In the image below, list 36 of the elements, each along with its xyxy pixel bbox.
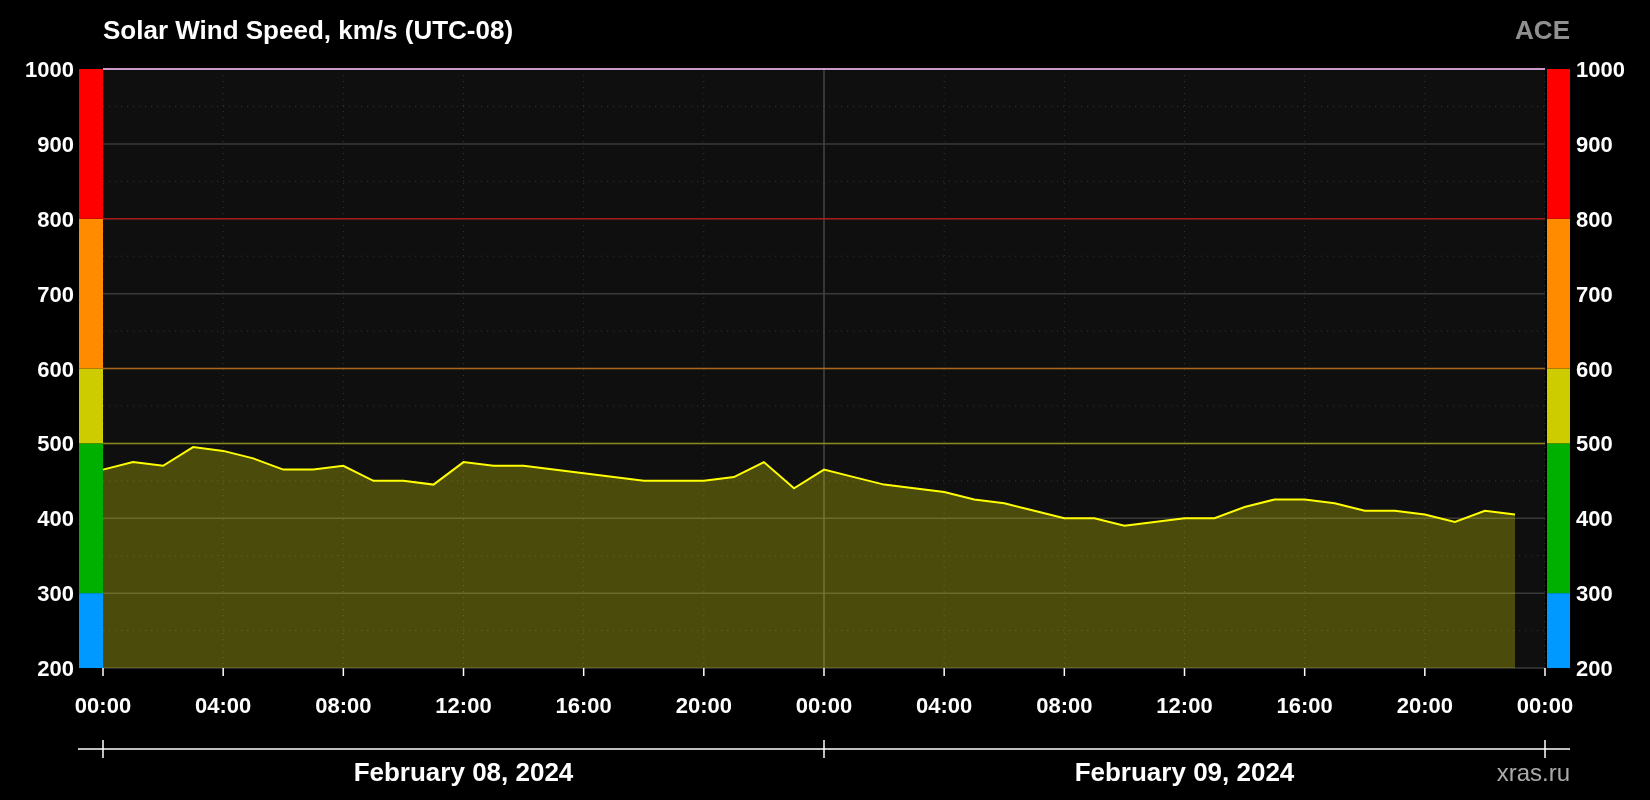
x-tick-label: 20:00 <box>1396 693 1453 718</box>
y-tick-label: 700 <box>37 281 74 307</box>
y-tick-label: 300 <box>37 581 74 607</box>
chart-title: Solar Wind Speed, km/s (UTC-08) <box>103 13 514 47</box>
x-tick-label: 08:00 <box>315 693 372 718</box>
y-tick-label: 900 <box>37 131 74 157</box>
y-tick-label: 700 <box>1576 281 1613 307</box>
x-tick-label: 16:00 <box>555 693 612 718</box>
x-tick-label: 16:00 <box>1276 693 1333 718</box>
y-tick-label: 800 <box>1576 206 1613 232</box>
y-tick-label: 1000 <box>25 60 74 82</box>
x-tick-label: 00:00 <box>1516 693 1574 718</box>
y-tick-label: 200 <box>37 656 74 681</box>
x-tick-label: 20:00 <box>675 693 732 718</box>
date-label: February 08, 2024 <box>353 757 574 787</box>
x-tick-label: 00:00 <box>74 693 132 718</box>
y-tick-label: 600 <box>37 356 74 382</box>
y-tick-label: 800 <box>37 206 74 232</box>
y-tick-label: 300 <box>1576 581 1613 607</box>
y-tick-label: 500 <box>37 431 74 457</box>
x-tick-label: 04:00 <box>195 693 252 718</box>
y-tick-label: 600 <box>1576 356 1613 382</box>
y-tick-label: 400 <box>1576 506 1613 532</box>
credit-label: xras.ru <box>1496 759 1570 786</box>
x-tick-label: 00:00 <box>795 693 853 718</box>
date-label: February 09, 2024 <box>1074 757 1295 787</box>
x-tick-label: 08:00 <box>1036 693 1093 718</box>
y-tick-label: 900 <box>1576 131 1613 157</box>
y-tick-label: 500 <box>1576 431 1613 457</box>
y-tick-label: 200 <box>1576 656 1613 681</box>
y-tick-label: 400 <box>37 506 74 532</box>
y-tick-label: 1000 <box>1576 60 1625 82</box>
source-label: ACE <box>1515 13 1570 47</box>
x-tick-label: 04:00 <box>916 693 973 718</box>
x-tick-label: 12:00 <box>435 693 492 718</box>
x-tick-label: 12:00 <box>1156 693 1213 718</box>
